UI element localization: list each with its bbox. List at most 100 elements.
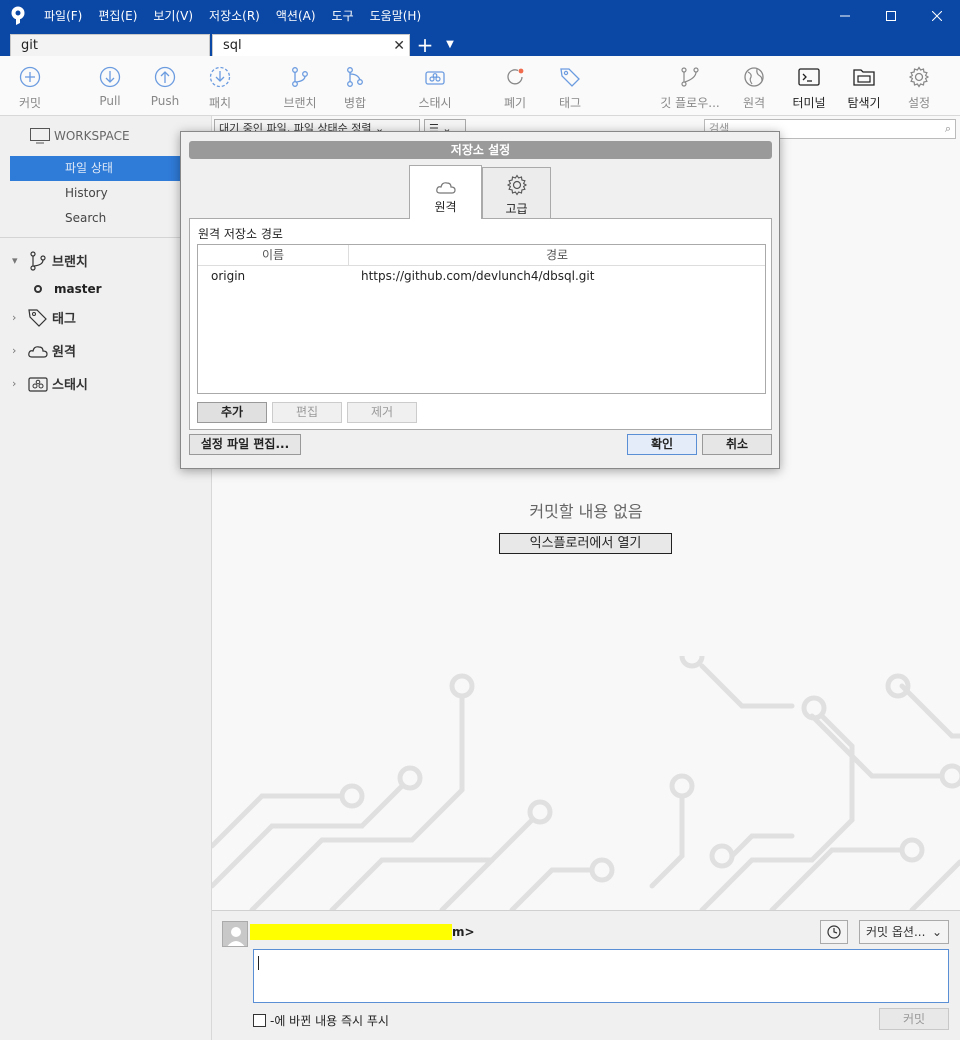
sourcetree-logo-icon [0, 0, 36, 32]
open-in-explorer-button[interactable]: 익스플로러에서 열기 [499, 533, 672, 554]
push-immediately-checkbox[interactable]: -에 바뀐 내용 즉시 푸시 [253, 1012, 389, 1029]
push-arrow-up-icon [152, 64, 178, 90]
branch-icon [287, 64, 313, 90]
tab-git[interactable]: git [10, 34, 210, 56]
globe-icon [741, 64, 767, 90]
stash-icon [422, 64, 448, 90]
tab-remotes[interactable]: 원격 [409, 165, 482, 219]
column-header-name[interactable]: 이름 [198, 245, 349, 265]
tab-advanced-label: 고급 [505, 202, 528, 216]
commit-submit-button[interactable]: 커밋 [879, 1008, 949, 1030]
remotes-label: 원격 [52, 345, 76, 360]
cancel-button[interactable]: 취소 [702, 434, 772, 455]
edit-config-file-button[interactable]: 설정 파일 편집... [189, 434, 301, 455]
repository-settings-dialog: 저장소 설정 원격 고급 원격 저장소 경로 이름 경로 origin http… [180, 131, 780, 469]
ok-button[interactable]: 확인 [627, 434, 697, 455]
tag-label: 태그 [558, 96, 582, 110]
commit-options-dropdown[interactable]: 커밋 옵션... ⌄ [859, 920, 949, 944]
circuit-background-graphic [212, 656, 960, 910]
maximize-button[interactable] [868, 0, 914, 32]
commit-message-input[interactable] [253, 949, 949, 1003]
tab-row: git sql ✕ + ▼ [0, 32, 960, 56]
push-label: -에 바뀐 내용 즉시 푸시 [270, 1014, 389, 1028]
patch-label: 패치 [208, 96, 232, 110]
column-header-path[interactable]: 경로 [349, 245, 765, 265]
tab-remotes-label: 원격 [434, 200, 457, 214]
remotes-panel: 원격 저장소 경로 이름 경로 origin https://github.co… [189, 218, 772, 430]
commit-plus-icon [17, 64, 43, 90]
title-bar: 파일(F) 편집(E) 보기(V) 저장소(R) 액션(A) 도구 도움말(H) [0, 0, 960, 32]
branch-name: master [54, 282, 102, 296]
menu-file[interactable]: 파일(F) [36, 0, 90, 32]
settings-button[interactable]: 설정 [884, 64, 954, 111]
add-remote-button[interactable]: 추가 [197, 402, 267, 423]
merge-button[interactable]: 병합 [320, 64, 390, 111]
commit-label: 커밋 [18, 96, 42, 110]
redacted-highlight [250, 924, 452, 940]
chevron-right-icon: › [12, 311, 17, 324]
empty-message: 커밋할 내용 없음 [529, 502, 643, 521]
git-flow-button[interactable]: 깃 플로우... [655, 64, 725, 111]
checkbox-box[interactable] [253, 1014, 266, 1027]
menu-view[interactable]: 보기(V) [145, 0, 201, 32]
menu-bar: 파일(F) 편집(E) 보기(V) 저장소(R) 액션(A) 도구 도움말(H) [36, 0, 429, 32]
chevron-down-icon: ▾ [12, 254, 18, 267]
author-suffix: m> [452, 925, 475, 939]
search-icon: ⌕ [944, 122, 951, 135]
menu-help[interactable]: 도움말(H) [362, 0, 430, 32]
stash-button[interactable]: 스태시 [400, 64, 470, 111]
patch-icon [207, 64, 233, 90]
tab-sql[interactable]: sql ✕ [212, 34, 410, 56]
minimize-button[interactable] [822, 0, 868, 32]
tab-advanced[interactable]: 고급 [482, 167, 551, 218]
cloud-icon [410, 166, 481, 194]
chevron-right-icon: › [12, 377, 17, 390]
menu-actions[interactable]: 액션(A) [268, 0, 324, 32]
patch-button[interactable]: 패치 [185, 64, 255, 111]
tag-icon [557, 64, 583, 90]
pull-arrow-down-icon [97, 64, 123, 90]
menu-tools[interactable]: 도구 [324, 0, 362, 32]
tab-close-icon[interactable]: ✕ [393, 35, 405, 57]
commit-area: m> 커밋 옵션... ⌄ -에 바뀐 내용 즉시 푸시 커밋 [212, 910, 960, 1040]
discard-icon [502, 64, 528, 90]
git-flow-icon [677, 64, 703, 90]
terminal-icon [796, 64, 822, 90]
remove-remote-button[interactable]: 제거 [347, 402, 417, 423]
toolbar: 커밋 Pull Push 패치 브랜치 병합 스태시 폐기 태그 깃 플로우..… [0, 56, 960, 116]
current-branch-dot-icon [34, 285, 42, 293]
text-caret [258, 956, 259, 970]
menu-edit[interactable]: 편집(E) [90, 0, 145, 32]
tab-list-chevron-down-icon[interactable]: ▼ [438, 34, 462, 56]
monitor-icon [30, 128, 50, 144]
tags-label: 태그 [52, 312, 76, 327]
git-flow-label: 깃 플로우... [660, 96, 720, 110]
commit-options-label: 커밋 옵션... [866, 925, 926, 939]
merge-icon [342, 64, 368, 90]
commit-button[interactable]: 커밋 [0, 64, 65, 111]
window-controls [822, 0, 960, 32]
remote-name-cell: origin [211, 269, 246, 283]
tab-label: sql [223, 38, 242, 53]
workspace-label: WORKSPACE [54, 129, 130, 143]
gear-icon [483, 168, 550, 196]
tag-icon [26, 308, 50, 328]
folder-icon [851, 64, 877, 90]
chevron-down-icon: ⌄ [931, 925, 942, 939]
close-button[interactable] [914, 0, 960, 32]
edit-remote-button[interactable]: 편집 [272, 402, 342, 423]
commit-author: m> [250, 924, 475, 940]
stash-icon [26, 376, 50, 392]
new-tab-plus-icon[interactable]: + [412, 34, 438, 56]
commit-history-clock-icon[interactable] [820, 920, 848, 944]
tag-button[interactable]: 태그 [535, 64, 605, 111]
settings-label: 설정 [907, 96, 931, 110]
chevron-right-icon: › [12, 344, 17, 357]
menu-repository[interactable]: 저장소(R) [201, 0, 268, 32]
table-row[interactable]: origin https://github.com/devlunch4/dbsq… [198, 266, 765, 286]
cloud-icon [26, 344, 50, 358]
stash-label: 스태시 [418, 96, 452, 110]
stashes-label: 스태시 [52, 378, 88, 393]
branches-label: 브랜치 [52, 255, 88, 270]
remote-path-cell: https://github.com/devlunch4/dbsql.git [361, 269, 595, 283]
